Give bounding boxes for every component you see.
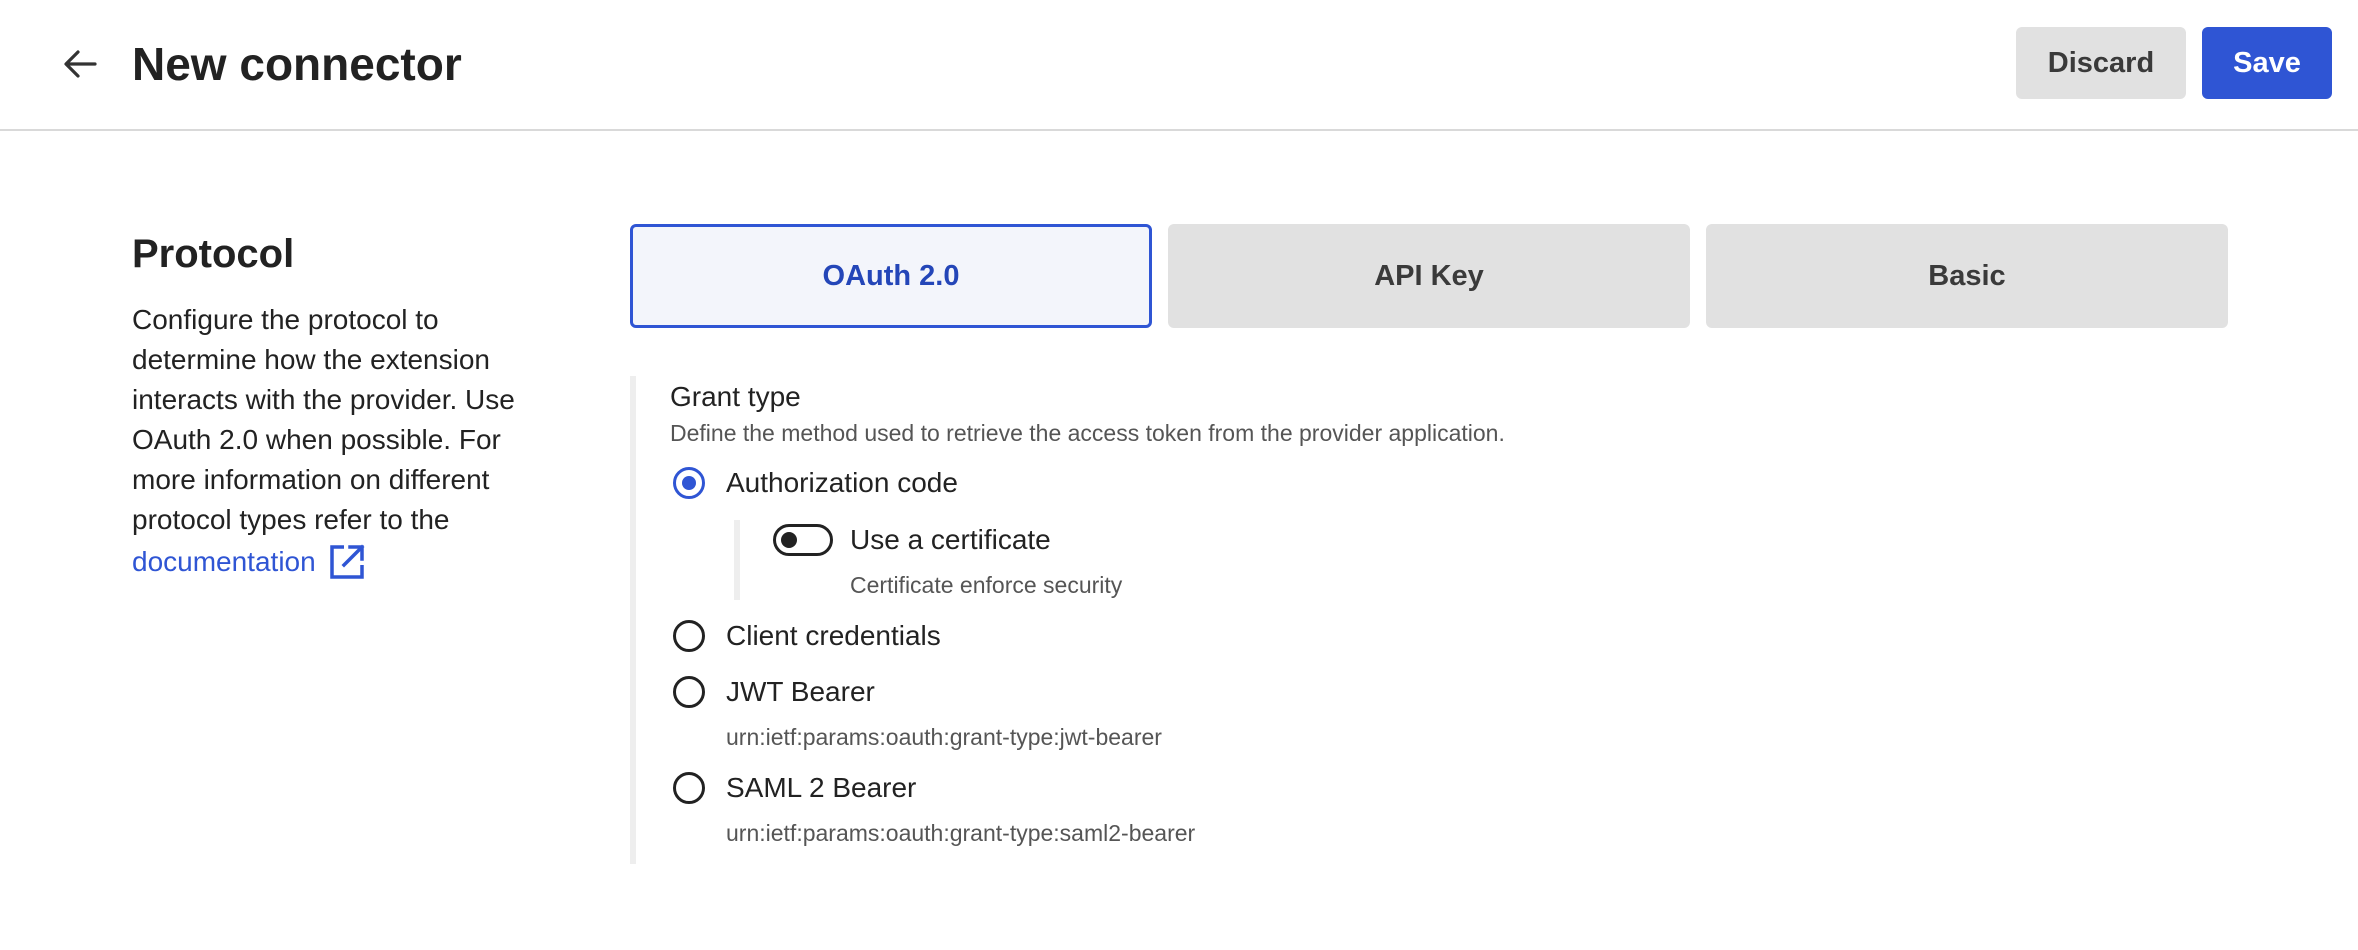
external-link-icon <box>329 544 365 579</box>
page-title: New connector <box>132 38 462 90</box>
tab-api-key[interactable]: API Key <box>1168 224 1690 328</box>
option-label-jwt-bearer[interactable]: JWT Bearer <box>726 673 875 711</box>
tab-basic[interactable]: Basic <box>1706 224 2228 328</box>
documentation-link-label: documentation <box>132 546 316 577</box>
grant-type-label: Grant type <box>670 381 801 412</box>
grant-type-description: Define the method used to retrieve the a… <box>670 420 1505 446</box>
radio-saml2-bearer[interactable] <box>673 772 705 804</box>
certificate-toggle-subtext: Certificate enforce security <box>850 572 1123 598</box>
arrow-left-icon <box>64 50 97 78</box>
radio-client-credentials[interactable] <box>673 620 705 652</box>
section-title: Protocol <box>132 232 295 276</box>
radio-jwt-bearer[interactable] <box>673 676 705 708</box>
certificate-toggle[interactable] <box>773 524 833 556</box>
option-label-authorization-code[interactable]: Authorization code <box>726 464 958 502</box>
documentation-link[interactable]: documentation <box>132 542 366 582</box>
option-label-client-credentials[interactable]: Client credentials <box>726 617 941 655</box>
radio-authorization-code[interactable] <box>673 467 705 499</box>
back-button[interactable] <box>58 44 102 84</box>
certificate-toggle-label[interactable]: Use a certificate <box>850 521 1051 559</box>
option-subtext-saml2-bearer: urn:ietf:params:oauth:grant-type:saml2-b… <box>726 820 1196 846</box>
discard-button[interactable]: Discard <box>2016 27 2186 99</box>
sub-indent-bar <box>734 520 740 600</box>
tab-oauth2[interactable]: OAuth 2.0 <box>630 224 1152 328</box>
option-label-saml2-bearer[interactable]: SAML 2 Bearer <box>726 769 916 807</box>
save-button[interactable]: Save <box>2202 27 2332 99</box>
option-subtext-jwt-bearer: urn:ietf:params:oauth:grant-type:jwt-bea… <box>726 724 1162 750</box>
page-header: New connector Discard Save <box>0 0 2358 131</box>
panel-indent-bar <box>630 376 636 864</box>
section-description: Configure the protocol to determine how … <box>132 304 515 535</box>
